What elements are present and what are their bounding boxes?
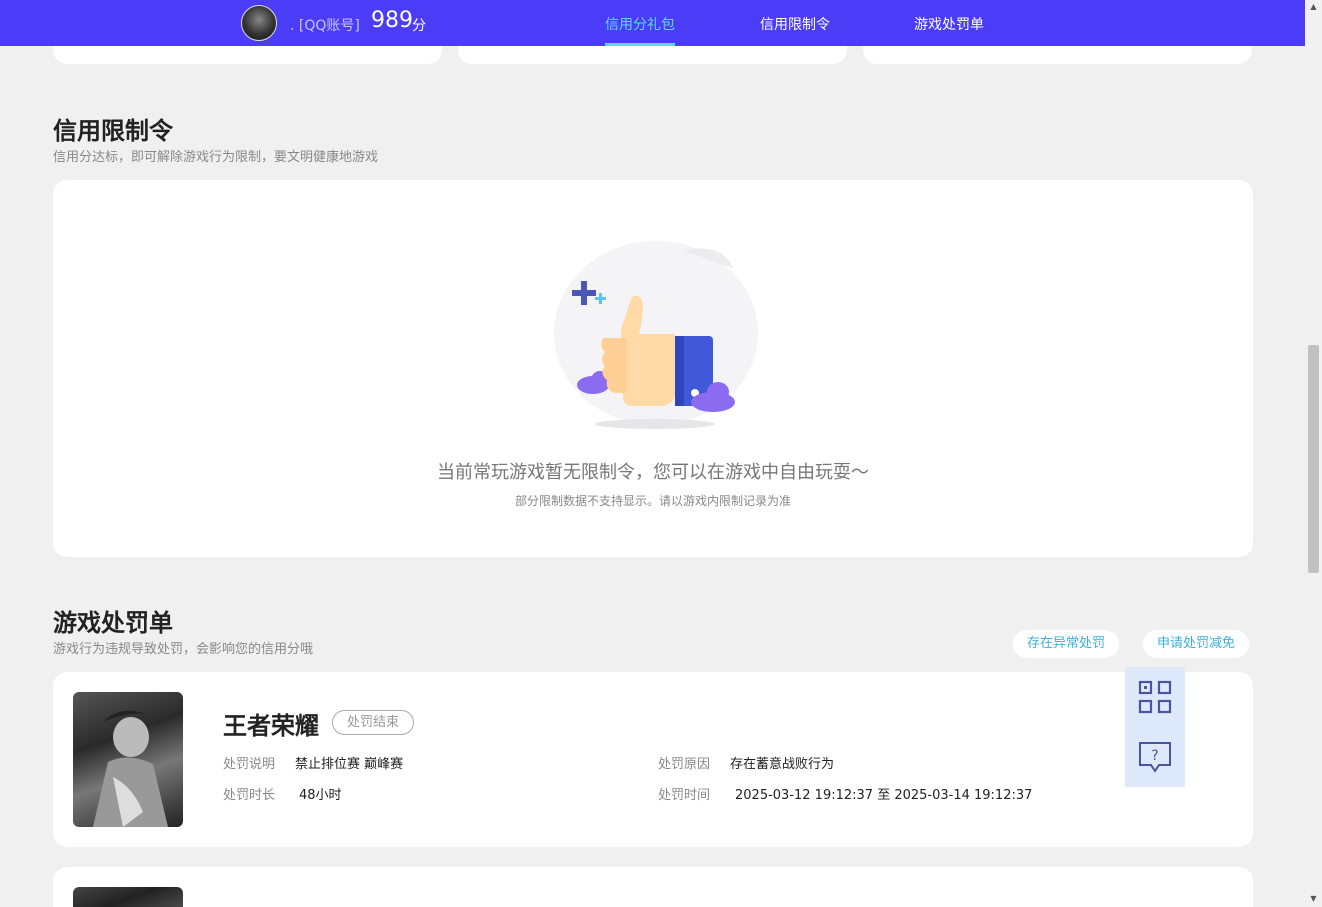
penalty-time-label: 处罚时间: [658, 788, 711, 803]
appeal-penalty-button[interactable]: 申请处罚减免: [1143, 630, 1250, 658]
game-cover-image-2: [73, 887, 183, 907]
tab-credit-gift[interactable]: 信用分礼包: [605, 14, 675, 34]
penalty-subtitle: 游戏行为违规导致处罚，会影响您的信用分哦: [53, 642, 314, 657]
game-name: 王者荣耀: [223, 712, 319, 740]
help-button[interactable]: ?: [1125, 727, 1185, 787]
thumbs-up-illustration: [554, 241, 758, 429]
qr-code-button[interactable]: [1125, 667, 1185, 727]
penalty-reason-value: 存在蓄意战败行为: [730, 757, 835, 772]
scroll-thumb[interactable]: [1308, 345, 1319, 573]
credit-score: 989: [371, 8, 413, 33]
tab-credit-restriction[interactable]: 信用限制令: [760, 14, 830, 34]
top-header: . [QQ账号] 989 分 信用分礼包 信用限制令 游戏处罚单: [0, 0, 1305, 46]
penalty-reason-label: 处罚原因: [658, 757, 711, 772]
game-cover-image: [73, 692, 183, 827]
penalty-desc-value: 禁止排位赛 巅峰赛: [295, 757, 404, 772]
restriction-title: 信用限制令: [53, 117, 173, 145]
penalty-time-value: 2025-03-12 19:12:37 至 2025-03-14 19:12:3…: [735, 788, 1033, 803]
status-badge: 处罚结束: [332, 710, 415, 735]
tab-game-penalty[interactable]: 游戏处罚单: [914, 14, 984, 34]
empty-state-note: 部分限制数据不支持显示。请以游戏内限制记录为准: [514, 494, 791, 508]
account-label: . [QQ账号]: [290, 18, 360, 34]
qr-code-icon: [1138, 680, 1172, 714]
credit-score-unit: 分: [412, 18, 426, 34]
empty-state-message: 当前常玩游戏暂无限制令，您可以在游戏中自由玩耍～: [437, 462, 869, 483]
restriction-card: 当前常玩游戏暂无限制令，您可以在游戏中自由玩耍～ 部分限制数据不支持显示。请以游…: [53, 180, 1253, 557]
penalty-duration-label: 处罚时长: [223, 788, 276, 803]
abnormal-penalty-button[interactable]: 存在异常处罚: [1013, 630, 1120, 658]
penalty-card-2: [53, 867, 1253, 907]
restriction-subtitle: 信用分达标，即可解除游戏行为限制，要文明健康地游戏: [53, 150, 379, 165]
scroll-down-arrow[interactable]: ▼: [1305, 892, 1322, 906]
penalty-card: 王者荣耀 处罚结束 处罚说明 禁止排位赛 巅峰赛 处罚原因 存在蓄意战败行为 处…: [53, 672, 1253, 847]
scrollbar[interactable]: ▲ ▼: [1305, 0, 1322, 907]
active-tab-indicator: [605, 43, 675, 46]
penalty-duration-value: 48小时: [299, 788, 342, 803]
penalty-title: 游戏处罚单: [53, 609, 173, 637]
avatar[interactable]: [241, 5, 277, 41]
svg-text:?: ?: [1151, 748, 1158, 764]
help-chat-icon: ?: [1139, 742, 1171, 773]
penalty-desc-label: 处罚说明: [223, 757, 276, 772]
scroll-up-arrow[interactable]: ▲: [1305, 0, 1322, 14]
